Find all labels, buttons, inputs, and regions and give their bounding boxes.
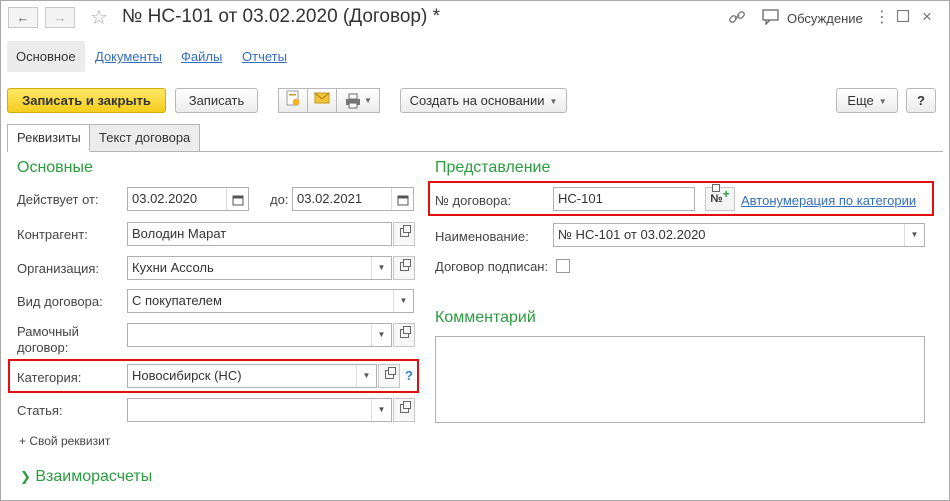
- close-icon[interactable]: ×: [922, 7, 932, 27]
- tab-attributes[interactable]: Реквизиты: [7, 124, 91, 152]
- frame-contract-label-line2: договор:: [17, 340, 69, 355]
- open-category-button[interactable]: [378, 364, 400, 388]
- calendar-icon[interactable]: [226, 188, 248, 210]
- contract-number-label: № договора:: [435, 193, 512, 208]
- calendar-icon[interactable]: [391, 188, 413, 210]
- article-field[interactable]: ▼: [127, 398, 392, 422]
- settlements-title: Взаиморасчеты: [35, 468, 153, 485]
- help-button[interactable]: ?: [906, 88, 936, 113]
- forward-button[interactable]: →: [45, 7, 75, 28]
- arrow-left-icon: ←: [16, 10, 30, 25]
- link-icon[interactable]: [728, 9, 746, 29]
- counterparty-label: Контрагент:: [17, 227, 88, 242]
- save-button[interactable]: Записать: [175, 88, 258, 113]
- nav-tab-reports[interactable]: Отчеты: [242, 41, 287, 72]
- discussion-button[interactable]: Обсуждение: [787, 11, 863, 26]
- discussion-icon[interactable]: [762, 9, 780, 29]
- name-field[interactable]: № НС-101 от 03.02.2020 ▼: [553, 223, 925, 247]
- create-based-on-button[interactable]: Создать на основании ▼: [400, 88, 567, 113]
- printer-icon: [346, 93, 361, 109]
- chevron-down-icon[interactable]: ▼: [904, 224, 924, 246]
- open-article-button[interactable]: [393, 398, 415, 422]
- more-label: Еще: [847, 93, 874, 108]
- add-attribute-link[interactable]: + Свой реквизит: [19, 434, 110, 448]
- contract-number-value: НС-101: [558, 191, 603, 206]
- open-organization-button[interactable]: [393, 256, 415, 280]
- email-button[interactable]: [307, 88, 337, 113]
- report-button[interactable]: [278, 88, 308, 113]
- comment-textarea[interactable]: [435, 336, 925, 423]
- frame-contract-field[interactable]: ▼: [127, 323, 392, 347]
- maximize-icon[interactable]: [896, 9, 910, 26]
- valid-to-label: до:: [270, 192, 289, 207]
- tab-contract-text[interactable]: Текст договора: [89, 124, 201, 151]
- more-actions-icon[interactable]: ⋮: [874, 7, 890, 27]
- valid-from-label: Действует от:: [17, 192, 99, 207]
- frame-contract-label-line1: Рамочный: [17, 324, 79, 339]
- counterparty-field[interactable]: Володин Марат: [127, 222, 392, 246]
- autonumber-link[interactable]: Автонумерация по категории: [741, 193, 916, 208]
- valid-to-field[interactable]: 03.02.2021: [292, 187, 414, 211]
- valid-from-value: 03.02.2020: [132, 191, 198, 206]
- chevron-down-icon[interactable]: ▼: [371, 399, 391, 421]
- signed-label: Договор подписан:: [435, 259, 549, 274]
- name-value: № НС-101 от 03.02.2020: [558, 227, 706, 242]
- more-button[interactable]: Еще ▼: [836, 88, 898, 113]
- nav-tab-main[interactable]: Основное: [7, 41, 85, 72]
- article-label: Статья:: [17, 403, 63, 418]
- form-window: [0, 0, 950, 501]
- signed-checkbox[interactable]: [556, 259, 570, 273]
- chevron-down-icon[interactable]: ▼: [393, 290, 413, 312]
- counterparty-value: Володин Марат: [132, 226, 227, 241]
- settlements-group[interactable]: ❯ Взаиморасчеты: [20, 468, 152, 486]
- contract-type-field[interactable]: С покупателем ▼: [127, 289, 414, 313]
- section-comment-title: Комментарий: [435, 309, 536, 326]
- report-icon: [286, 90, 300, 106]
- nav-tab-documents[interactable]: Документы: [95, 41, 162, 72]
- favorite-star-icon[interactable]: ☆: [90, 5, 108, 30]
- window-title: № НС-101 от 03.02.2020 (Договор) *: [122, 6, 440, 27]
- category-value: Новосибирск (НС): [132, 368, 242, 383]
- valid-from-field[interactable]: 03.02.2020: [127, 187, 249, 211]
- number-plus-icon: №+: [710, 184, 730, 209]
- back-button[interactable]: ←: [8, 7, 38, 28]
- valid-to-value: 03.02.2021: [297, 191, 363, 206]
- open-icon: [384, 367, 396, 379]
- organization-field[interactable]: Кухни Ассоль ▼: [127, 256, 392, 280]
- section-main-title: Основные: [17, 159, 93, 176]
- contract-type-label: Вид договора:: [17, 294, 103, 309]
- open-frame-contract-button[interactable]: [393, 323, 415, 347]
- chevron-down-icon: ▼: [549, 97, 558, 106]
- save-and-close-button[interactable]: Записать и закрыть: [7, 88, 166, 113]
- open-icon: [399, 326, 411, 338]
- name-label: Наименование:: [435, 229, 529, 244]
- nav-tab-files[interactable]: Файлы: [181, 41, 222, 72]
- organization-label: Организация:: [17, 261, 100, 276]
- envelope-icon: [314, 92, 330, 104]
- chevron-down-icon: ▼: [364, 96, 372, 105]
- tab-divider: [7, 151, 943, 152]
- chevron-down-icon[interactable]: ▼: [371, 324, 391, 346]
- chevron-right-icon: ❯: [20, 469, 31, 484]
- chevron-down-icon: ▼: [878, 97, 887, 106]
- arrow-right-icon: →: [53, 10, 67, 25]
- contract-number-field[interactable]: НС-101: [553, 187, 695, 211]
- open-icon: [399, 259, 411, 271]
- create-based-on-label: Создать на основании: [409, 93, 545, 108]
- chevron-down-icon[interactable]: ▼: [356, 365, 376, 387]
- category-help-link[interactable]: ?: [405, 368, 413, 383]
- organization-value: Кухни Ассоль: [132, 260, 214, 275]
- open-icon: [399, 401, 411, 413]
- print-button[interactable]: ▼: [336, 88, 380, 113]
- open-icon: [399, 225, 411, 237]
- autonumber-button[interactable]: №+: [705, 184, 735, 211]
- category-label: Категория:: [17, 370, 82, 385]
- open-counterparty-button[interactable]: [393, 222, 415, 246]
- chevron-down-icon[interactable]: ▼: [371, 257, 391, 279]
- section-presentation-title: Представление: [435, 159, 551, 176]
- contract-type-value: С покупателем: [132, 293, 222, 308]
- category-field[interactable]: Новосибирск (НС) ▼: [127, 364, 377, 388]
